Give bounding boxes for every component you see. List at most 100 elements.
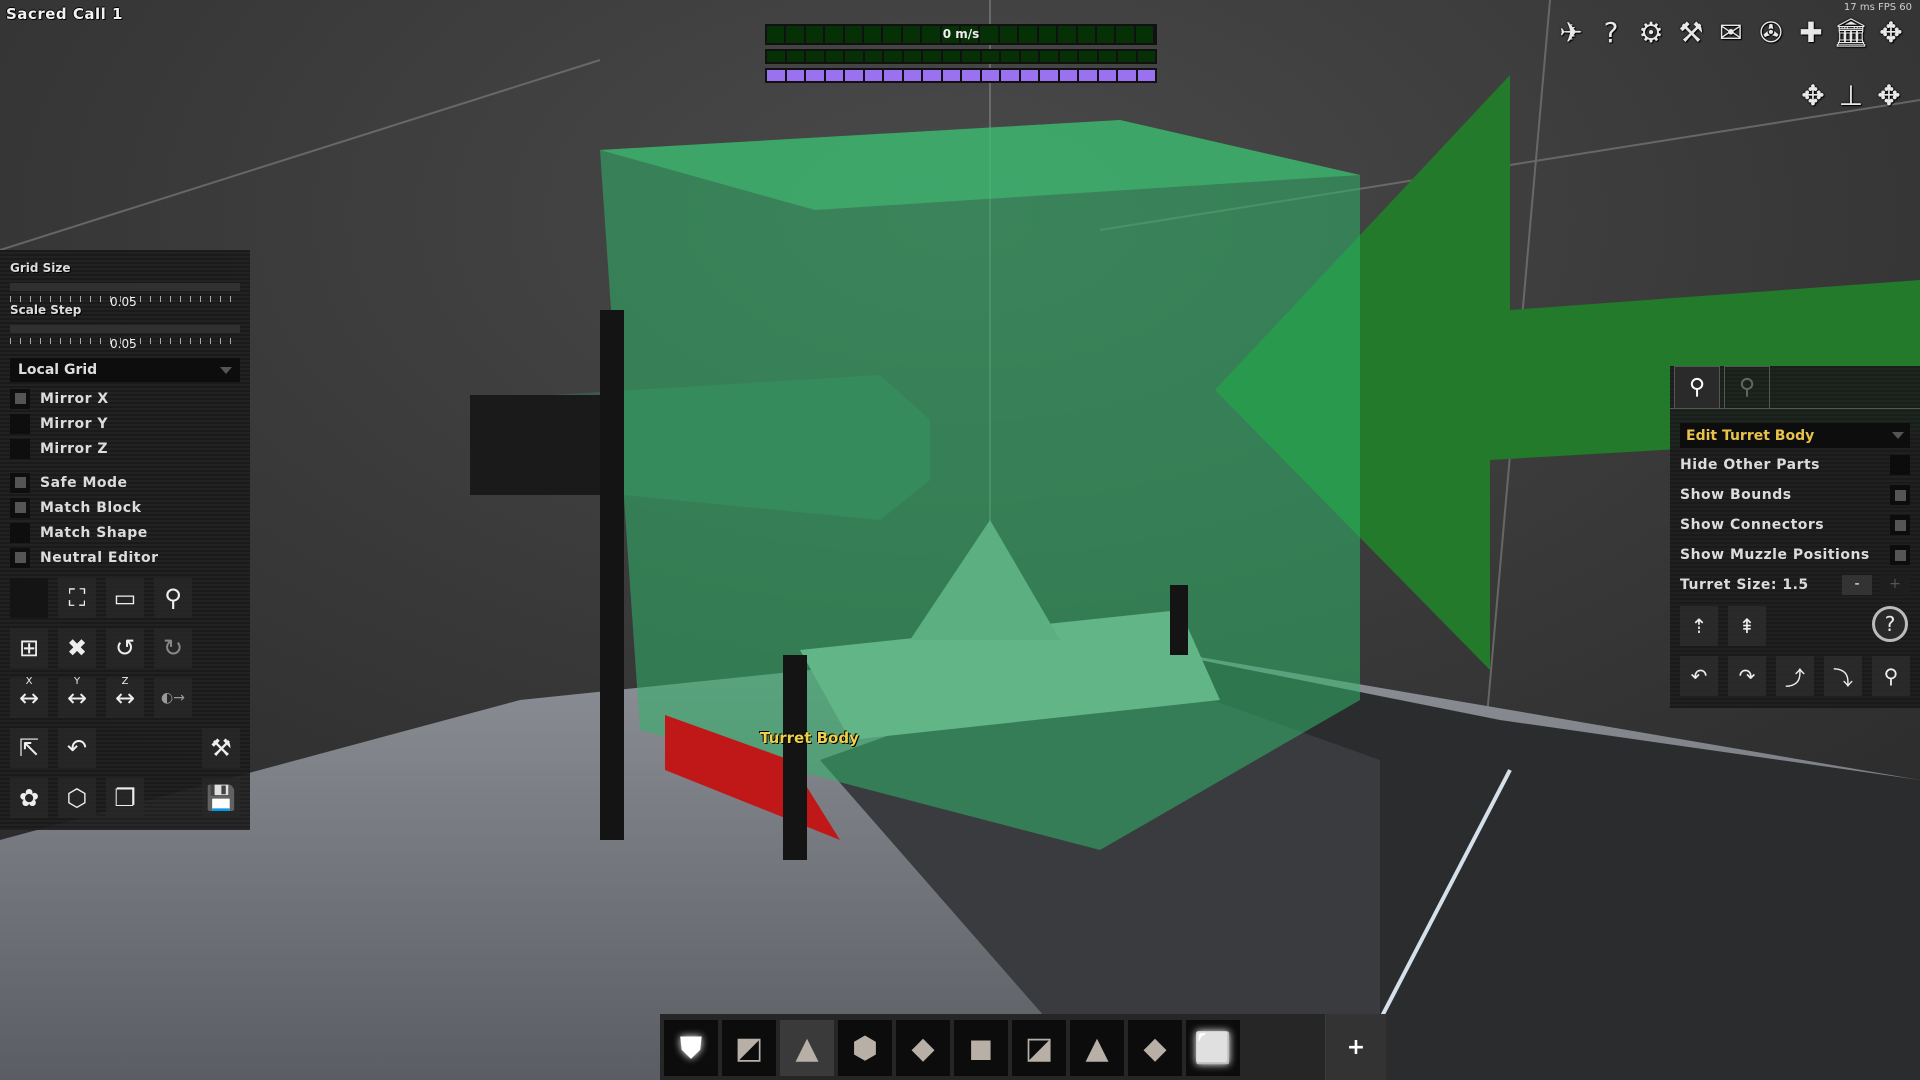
ship-name: Sacred Call 1 xyxy=(6,5,123,23)
checkbox-box[interactable] xyxy=(10,497,30,518)
mail-icon[interactable]: ✉ xyxy=(1712,12,1750,52)
paint-icon[interactable]: ✿ xyxy=(10,778,48,818)
checkbox-box[interactable] xyxy=(1890,545,1910,565)
turret-body-tab[interactable]: ⚲ xyxy=(1674,366,1720,408)
save-icon[interactable]: 💾 xyxy=(202,778,240,818)
block-list-icon[interactable]: ❐ xyxy=(106,778,144,818)
checkbox-box[interactable] xyxy=(10,438,30,459)
checkbox-box[interactable] xyxy=(10,388,30,409)
mirror-z-icon[interactable]: Z ↔ xyxy=(106,676,144,718)
shop-icon[interactable]: 🏛 xyxy=(1832,12,1870,52)
connector-icon[interactable]: ⊥ xyxy=(1832,75,1870,115)
rotate-x-down-icon[interactable]: ⤵ xyxy=(1824,656,1862,696)
redo-icon[interactable]: ↻ xyxy=(154,628,192,668)
show-bounds-option[interactable]: Show Bounds xyxy=(1670,480,1920,510)
increase-size-button[interactable]: + xyxy=(1880,575,1910,595)
checkbox-box[interactable] xyxy=(10,522,30,543)
connect-icon[interactable]: ⚲ xyxy=(154,578,192,618)
3d-viewport[interactable] xyxy=(0,0,1920,1080)
blocks-icon[interactable]: ⬡ xyxy=(58,778,96,818)
settings-puzzle-icon[interactable]: ✥ xyxy=(1872,12,1910,52)
scale-icon[interactable]: ⇱ xyxy=(10,728,48,768)
mirror-y-icon[interactable]: Y ↔ xyxy=(58,676,96,718)
checkbox-box[interactable] xyxy=(1890,485,1910,505)
add-hotbar-button[interactable]: + xyxy=(1326,1014,1386,1080)
hide-other-parts-option[interactable]: Hide Other Parts xyxy=(1670,450,1920,480)
move-down-icon[interactable]: ⇡ xyxy=(1680,606,1718,646)
checkbox-box[interactable] xyxy=(1890,455,1910,475)
grid-size-value: 0.05 xyxy=(110,295,137,309)
option-label: Show Connectors xyxy=(1680,517,1825,533)
spike-block-icon[interactable]: ◆ xyxy=(896,1020,950,1076)
rotate-y-right-icon[interactable]: ↷ xyxy=(1728,656,1766,696)
checkbox-box[interactable] xyxy=(10,547,30,568)
turret-icon[interactable]: ⚲ xyxy=(1872,656,1910,696)
small-tetra-block-icon[interactable]: ▲ xyxy=(1070,1020,1124,1076)
rotate-x-up-icon[interactable]: ⤴ xyxy=(1776,656,1814,696)
move-up-icon[interactable]: ⇞ xyxy=(1728,606,1766,646)
match-block-checkbox[interactable]: Match Block xyxy=(10,495,159,520)
tetra-block-icon[interactable]: ▲ xyxy=(780,1020,834,1076)
option-label: Show Muzzle Positions xyxy=(1680,547,1870,563)
scale-step-value: 0.05 xyxy=(110,337,137,351)
arrow-icon: ↔ xyxy=(114,684,136,712)
turret-size-row: Turret Size: 1.5 - + xyxy=(1670,570,1920,600)
mirror-x-checkbox[interactable]: Mirror X xyxy=(10,386,109,411)
checkbox-label: Mirror Z xyxy=(40,440,109,457)
ship-icon[interactable]: ✈ xyxy=(1552,12,1590,52)
select-box-icon[interactable]: ▭ xyxy=(106,578,144,618)
turret-options: Hide Other Parts Show Bounds Show Connec… xyxy=(1670,450,1920,600)
light-block-icon[interactable]: ⬜ xyxy=(1186,1020,1240,1076)
axis-label: Y xyxy=(73,676,81,687)
grid-size-label: Grid Size xyxy=(10,261,71,275)
turret-tabs: ⚲ ⚲ xyxy=(1670,366,1920,409)
show-connectors-option[interactable]: Show Connectors xyxy=(1670,510,1920,540)
selection-corners-icon[interactable]: ⛶ xyxy=(58,578,96,618)
checkbox-box[interactable] xyxy=(10,413,30,434)
merge-icon[interactable]: ⊞ xyxy=(10,628,48,668)
mirror-y-checkbox[interactable]: Mirror Y xyxy=(10,411,109,436)
mirror-z-checkbox[interactable]: Mirror Z xyxy=(10,436,109,461)
checkbox-label: Match Shape xyxy=(40,524,148,541)
checkbox-box[interactable] xyxy=(10,472,30,493)
cube-corner-block-icon[interactable]: ⬢ xyxy=(838,1020,892,1076)
grid-size-slider[interactable] xyxy=(10,283,240,291)
rotate-y-left-icon[interactable]: ↶ xyxy=(1680,656,1718,696)
arrow-icon: ↔ xyxy=(66,684,88,712)
turret-barrel-tab[interactable]: ⚲ xyxy=(1724,366,1770,408)
option-label: Hide Other Parts xyxy=(1680,457,1821,473)
speed-bar: 0 m/s xyxy=(765,24,1157,45)
scale-step-slider[interactable] xyxy=(10,325,240,333)
help-icon[interactable]: ? xyxy=(1872,606,1908,642)
cube-block-icon[interactable]: ◼ xyxy=(954,1020,1008,1076)
safe-mode-checkbox[interactable]: Safe Mode xyxy=(10,470,159,495)
checkbox-label: Neutral Editor xyxy=(40,549,159,566)
match-shape-checkbox[interactable]: Match Shape xyxy=(10,520,159,545)
remove-icon[interactable]: ✖ xyxy=(58,628,96,668)
turret-panel: ⚲ ⚲ Edit Turret Body Hide Other Parts Sh… xyxy=(1670,366,1920,708)
mirror-x-icon[interactable]: X ↔ xyxy=(10,676,48,718)
robot-arm-icon[interactable]: ⚒ xyxy=(1672,12,1710,52)
undo-icon[interactable]: ↺ xyxy=(106,628,144,668)
grid-mode-dropdown[interactable]: Local Grid xyxy=(10,358,240,382)
checkbox-box[interactable] xyxy=(1890,515,1910,535)
puzzle-left-icon[interactable]: ✥ xyxy=(1794,75,1832,115)
empty-slot-icon[interactable] xyxy=(10,578,48,618)
slope-block-icon[interactable]: ◪ xyxy=(1012,1020,1066,1076)
robot-arm-icon[interactable]: ⚒ xyxy=(202,728,240,768)
rotate-icon[interactable]: ↶ xyxy=(58,728,96,768)
wedge-block-icon[interactable]: ◩ xyxy=(722,1020,776,1076)
faction-icon[interactable]: ⚙ xyxy=(1632,12,1670,52)
neutral-editor-checkbox[interactable]: Neutral Editor xyxy=(10,545,159,570)
turret-mode-dropdown[interactable]: Edit Turret Body xyxy=(1680,423,1910,448)
view-icon[interactable]: ◐→ xyxy=(154,678,192,718)
fleet-icon[interactable]: ✚ xyxy=(1792,12,1830,52)
help-icon[interactable]: ? xyxy=(1592,12,1630,52)
decrease-size-button[interactable]: - xyxy=(1842,575,1872,595)
shield-bar xyxy=(765,68,1157,83)
show-muzzle-positions-option[interactable]: Show Muzzle Positions xyxy=(1670,540,1920,570)
shield-block-icon[interactable]: ⛊ xyxy=(664,1020,718,1076)
crystal-block-icon[interactable]: ◆ xyxy=(1128,1020,1182,1076)
navigation-icon[interactable]: ✇ xyxy=(1752,12,1790,52)
puzzle-right-icon[interactable]: ✥ xyxy=(1870,75,1908,115)
